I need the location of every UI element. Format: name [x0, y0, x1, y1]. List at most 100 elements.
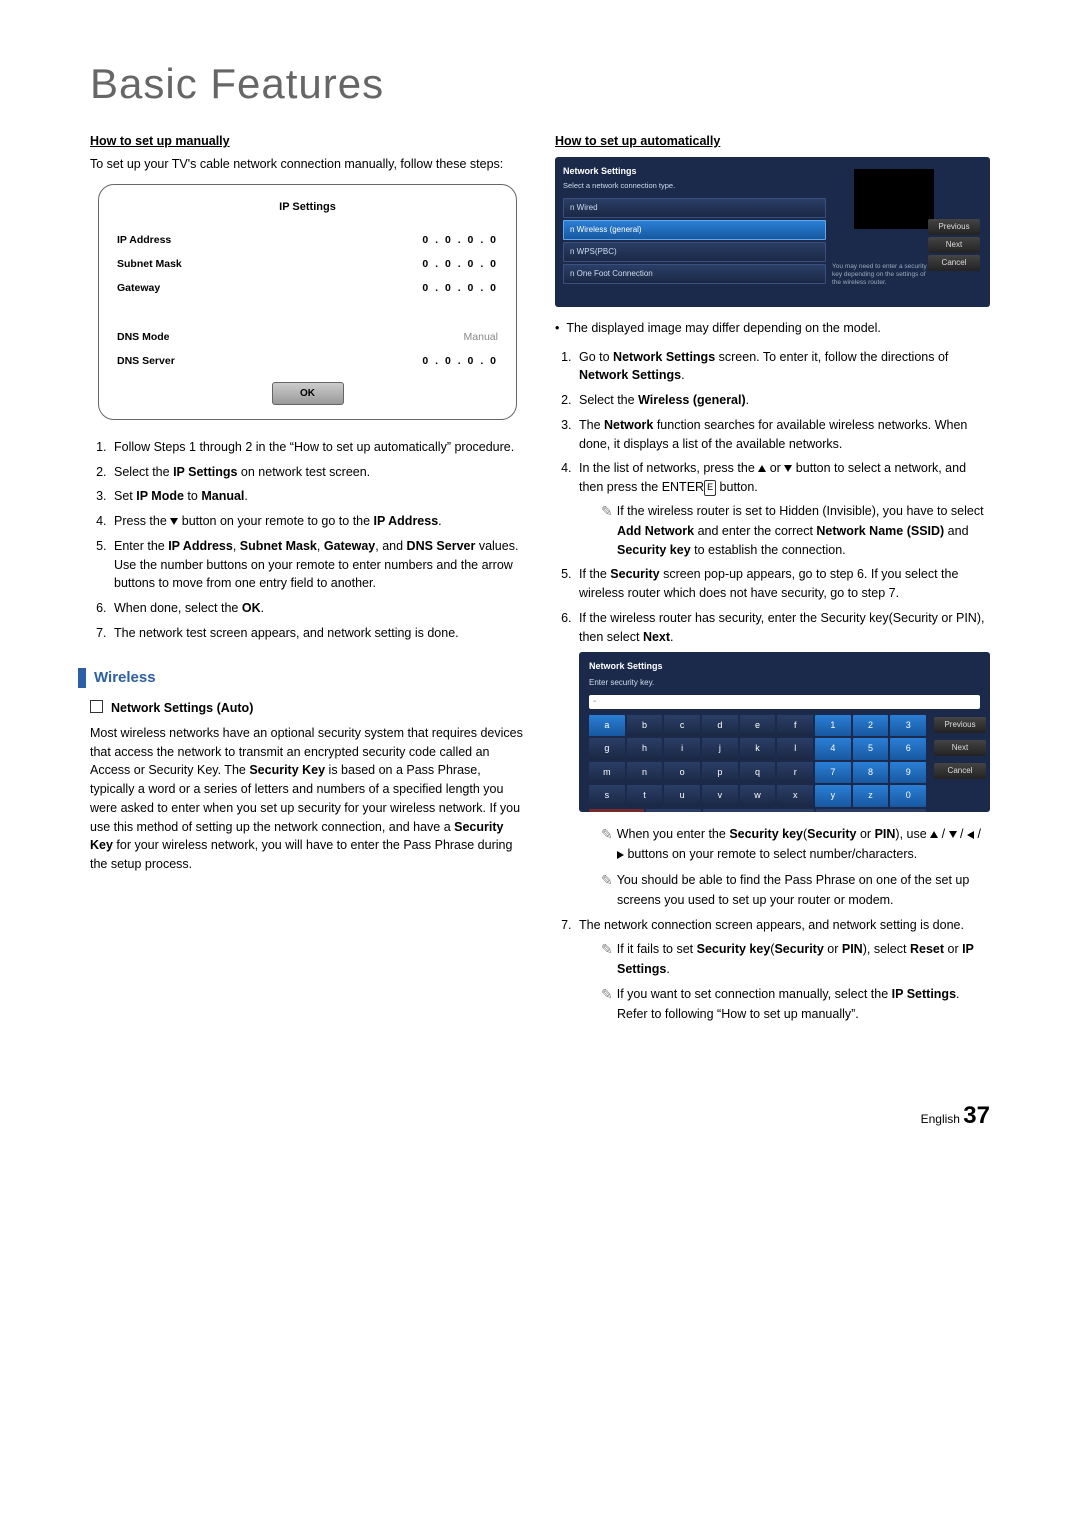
key-6[interactable]: 6: [890, 738, 926, 760]
right-arrow-icon: [617, 851, 624, 859]
key-k[interactable]: k: [740, 738, 776, 760]
network-settings-screenshot: Network Settings Select a network connec…: [555, 157, 990, 307]
key-d[interactable]: d: [702, 715, 738, 737]
shot2-title: Network Settings: [589, 660, 980, 674]
security-key-input[interactable]: [589, 695, 980, 709]
manual-steps: Follow Steps 1 through 2 in the “How to …: [90, 438, 525, 643]
dns-server-label: DNS Server: [117, 354, 175, 370]
key-t[interactable]: t: [627, 785, 663, 807]
dns-mode-row: DNS Mode Manual: [117, 330, 498, 346]
wps-pbc-option[interactable]: n WPS(PBC): [563, 242, 826, 262]
key-l[interactable]: l: [777, 738, 813, 760]
wireless-general-option[interactable]: n Wireless (general): [563, 220, 826, 240]
key-3[interactable]: 3: [890, 715, 926, 737]
key-9[interactable]: 9: [890, 762, 926, 784]
subnet-mask-value: 0 . 0 . 0 . 0: [422, 257, 498, 273]
key-a[interactable]: a: [589, 715, 625, 737]
kb-cancel-button[interactable]: Cancel: [934, 763, 986, 779]
key-8[interactable]: 8: [853, 762, 889, 784]
shot2-subtitle: Enter security key.: [589, 677, 980, 689]
step-1: Follow Steps 1 through 2 in the “How to …: [110, 438, 525, 457]
auto-step-7: The network connection screen appears, a…: [575, 916, 990, 1024]
key-o[interactable]: o: [664, 762, 700, 784]
key-e[interactable]: e: [740, 715, 776, 737]
key-5[interactable]: 5: [853, 738, 889, 760]
ip-address-value: 0 . 0 . 0 . 0: [422, 233, 498, 249]
left-arrow-icon: [967, 831, 974, 839]
right-column: How to set up automatically Network Sett…: [555, 132, 990, 1042]
enter-icon: E: [704, 480, 716, 496]
ok-button[interactable]: OK: [272, 382, 344, 405]
hidden-router-note: ✎If the wireless router is set to Hidden…: [601, 501, 990, 560]
auto-step-3: The Network function searches for availa…: [575, 416, 990, 454]
next-button[interactable]: Next: [928, 237, 980, 253]
model-note: The displayed image may differ depending…: [555, 319, 990, 338]
key-0[interactable]: 0: [890, 785, 926, 807]
step-2: Select the IP Settings on network test s…: [110, 463, 525, 482]
onscreen-keyboard: a b c d e f 1 2 3 g h: [589, 715, 926, 813]
key-f[interactable]: f: [777, 715, 813, 737]
key-w[interactable]: w: [740, 785, 776, 807]
step-6: When done, select the OK.: [110, 599, 525, 618]
one-foot-option[interactable]: n One Foot Connection: [563, 264, 826, 284]
manual-note: ✎If you want to set connection manually,…: [601, 984, 990, 1024]
key-m[interactable]: m: [589, 762, 625, 784]
network-settings-auto-item: Network Settings (Auto): [90, 699, 525, 718]
key-delete[interactable]: Delete: [703, 809, 813, 813]
key-q[interactable]: q: [740, 762, 776, 784]
key-s[interactable]: s: [589, 785, 625, 807]
step-7: The network test screen appears, and net…: [110, 624, 525, 643]
key-v[interactable]: v: [702, 785, 738, 807]
shot-note: You may need to enter a security key dep…: [832, 263, 928, 286]
left-column: How to set up manually To set up your TV…: [90, 132, 525, 1042]
security-key-screenshot: Network Settings Enter security key. a b…: [579, 652, 990, 812]
key-g[interactable]: g: [589, 738, 625, 760]
step-3: Set IP Mode to Manual.: [110, 487, 525, 506]
key-space[interactable]: Space: [816, 809, 926, 813]
subnet-mask-row: Subnet Mask 0 . 0 . 0 . 0: [117, 257, 498, 273]
dns-mode-label: DNS Mode: [117, 330, 170, 346]
key-h[interactable]: h: [627, 738, 663, 760]
key-y[interactable]: y: [815, 785, 851, 807]
kb-next-button[interactable]: Next: [934, 740, 986, 756]
auto-step-5: If the Security screen pop-up appears, g…: [575, 565, 990, 603]
key-u[interactable]: u: [664, 785, 700, 807]
wireless-paragraph: Most wireless networks have an optional …: [90, 724, 525, 874]
auto-step-1: Go to Network Settings screen. To enter …: [575, 348, 990, 386]
ip-settings-title: IP Settings: [117, 199, 498, 216]
kb-previous-button[interactable]: Previous: [934, 717, 986, 733]
gateway-value: 0 . 0 . 0 . 0: [422, 281, 498, 297]
key-4[interactable]: 4: [815, 738, 851, 760]
dns-server-value: 0 . 0 . 0 . 0: [422, 354, 498, 370]
key-symbol[interactable]: ★: [646, 809, 701, 813]
security-key-note: ✎When you enter the Security key(Securit…: [601, 824, 990, 864]
auto-step-6: If the wireless router has security, ent…: [575, 609, 990, 910]
gateway-label: Gateway: [117, 281, 160, 297]
checkbox-icon: [90, 700, 103, 713]
wired-option[interactable]: n Wired: [563, 198, 826, 218]
previous-button[interactable]: Previous: [928, 219, 980, 235]
shot-subtitle: Select a network connection type.: [563, 180, 826, 191]
pass-phrase-note: ✎You should be able to find the Pass Phr…: [601, 870, 990, 910]
key-7[interactable]: 7: [815, 762, 851, 784]
key-2[interactable]: 2: [853, 715, 889, 737]
key-n[interactable]: n: [627, 762, 663, 784]
key-b[interactable]: b: [627, 715, 663, 737]
key-c[interactable]: c: [664, 715, 700, 737]
key-r[interactable]: r: [777, 762, 813, 784]
cancel-button[interactable]: Cancel: [928, 255, 980, 271]
manual-intro: To set up your TV's cable network connec…: [90, 155, 525, 174]
key-j[interactable]: j: [702, 738, 738, 760]
preview-box: [854, 169, 934, 229]
manual-heading: How to set up manually: [90, 132, 525, 151]
shot-title: Network Settings: [563, 165, 826, 179]
key-x[interactable]: x: [777, 785, 813, 807]
key-i[interactable]: i: [664, 738, 700, 760]
note-icon: ✎: [601, 986, 613, 1002]
key-p[interactable]: p: [702, 762, 738, 784]
section-bar-icon: [78, 668, 86, 688]
key-1[interactable]: 1: [815, 715, 851, 737]
key-case-toggle[interactable]: a/A: [589, 809, 644, 813]
key-z[interactable]: z: [853, 785, 889, 807]
wireless-heading: Wireless: [94, 667, 156, 690]
